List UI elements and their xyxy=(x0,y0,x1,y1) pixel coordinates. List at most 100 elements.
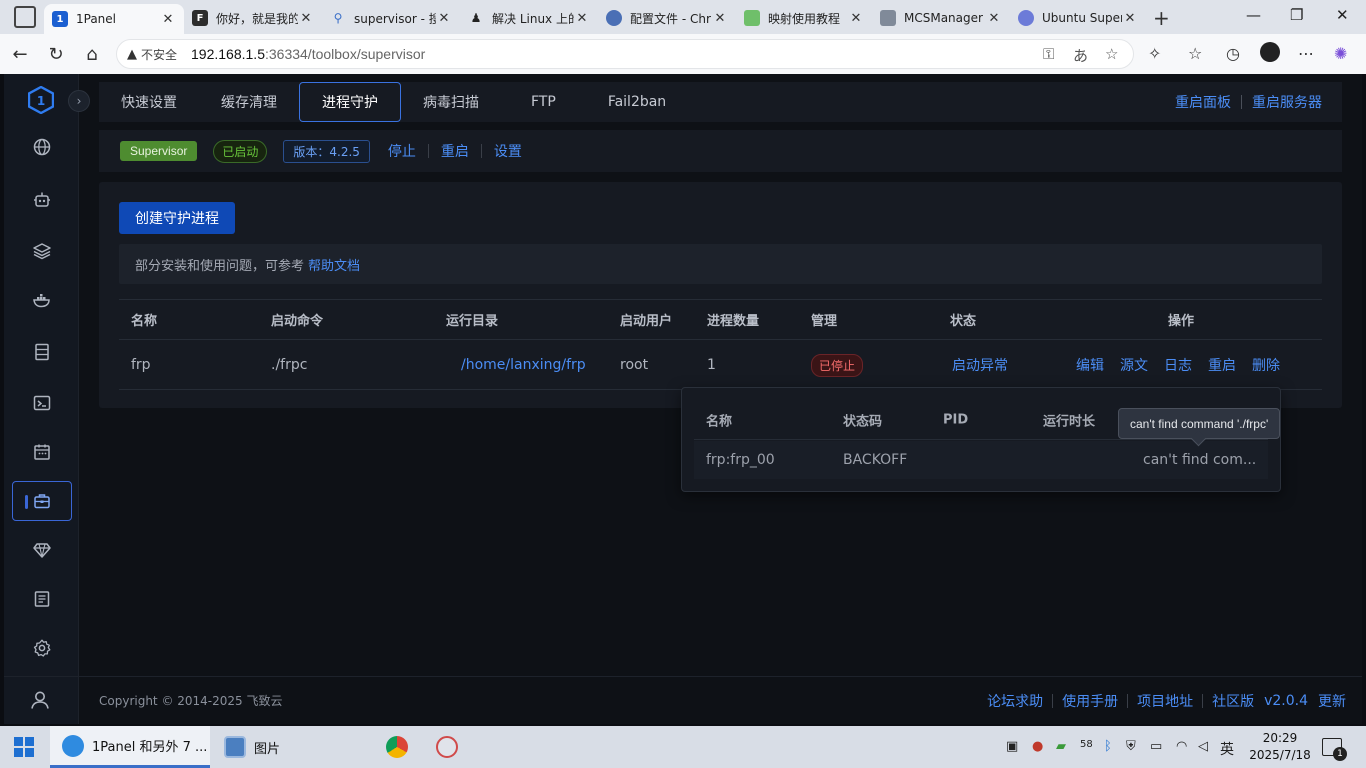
address-bar[interactable]: ▲ 不安全 192.168.1.5:36334/toolbox/supervis… xyxy=(116,39,1134,69)
sidebar-item-apps[interactable] xyxy=(12,231,72,271)
stop-link[interactable]: 停止 xyxy=(388,141,416,161)
bluetooth-icon[interactable]: ᛒ xyxy=(1104,739,1112,754)
sidebar-collapse-chevron-icon[interactable]: › xyxy=(68,90,90,112)
sidebar-item-cronjob[interactable] xyxy=(12,432,72,472)
sidebar-item-settings[interactable] xyxy=(12,628,72,668)
delete-link[interactable]: 删除 xyxy=(1252,358,1280,374)
restart-process-link[interactable]: 重启 xyxy=(1208,358,1236,374)
close-window-icon[interactable]: ✕ xyxy=(1336,6,1349,24)
restart-server-link[interactable]: 重启服务器 xyxy=(1252,92,1322,112)
tab-actions-icon[interactable] xyxy=(14,6,36,28)
key-icon[interactable]: ⚿ xyxy=(1043,45,1054,63)
edit-link[interactable]: 编辑 xyxy=(1076,358,1104,374)
close-tab-icon[interactable]: ✕ xyxy=(1122,11,1138,26)
close-tab-icon[interactable]: ✕ xyxy=(986,11,1002,26)
restart-panel-link[interactable]: 重启面板 xyxy=(1175,92,1231,112)
minimize-icon[interactable]: — xyxy=(1246,6,1261,24)
security-shield-icon[interactable]: ⛨ xyxy=(1126,739,1136,754)
tab-virus-scan[interactable]: 病毒扫描 xyxy=(401,82,501,122)
1panel-favicon-icon: 1 xyxy=(52,11,68,27)
maximize-icon[interactable]: ❐ xyxy=(1290,6,1303,24)
tab-ftp[interactable]: FTP xyxy=(501,82,586,122)
project-link[interactable]: 项目地址 xyxy=(1137,691,1193,711)
process-directory-link[interactable]: /home/lanxing/frp xyxy=(461,357,586,373)
ime-indicator[interactable]: 英 xyxy=(1220,739,1234,759)
new-tab-icon[interactable]: + xyxy=(1153,6,1170,30)
stopped-status-tag[interactable]: 已停止 xyxy=(811,353,864,377)
tab-quick-settings[interactable]: 快速设置 xyxy=(99,82,199,122)
sidebar-item-terminal[interactable] xyxy=(12,383,72,423)
close-tab-icon[interactable]: ✕ xyxy=(712,11,728,26)
logs-link[interactable]: 日志 xyxy=(1164,358,1192,374)
sidebar: 1 xyxy=(4,74,79,724)
history-icon[interactable]: ◷ xyxy=(1226,44,1240,63)
sidebar-item-containers[interactable] xyxy=(12,280,72,320)
tray-nvidia-icon[interactable]: ▰ xyxy=(1056,739,1066,754)
close-tab-icon[interactable]: ✕ xyxy=(848,11,864,26)
volume-icon[interactable]: ◁ xyxy=(1198,739,1208,754)
1panel-logo-icon[interactable]: 1 xyxy=(28,86,54,114)
browser-tab-8[interactable]: Ubuntu Super ✕ xyxy=(1010,4,1146,32)
create-process-button[interactable]: 创建守护进程 xyxy=(119,202,235,234)
settings-link[interactable]: 设置 xyxy=(494,141,522,161)
battery-icon[interactable]: ▭ xyxy=(1150,739,1162,754)
taskbar-tool-app[interactable] xyxy=(424,726,468,768)
taskbar-edge-app[interactable]: 1Panel 和另外 7 ... xyxy=(50,726,210,768)
windows-start-icon[interactable] xyxy=(14,737,34,757)
hint-text: 部分安装和使用问题，可参考 xyxy=(135,258,305,274)
taskbar-photos-app[interactable]: 图片 xyxy=(212,726,368,768)
more-icon[interactable]: ⋯ xyxy=(1298,44,1314,63)
close-tab-icon[interactable]: ✕ xyxy=(160,12,176,27)
log-list-icon xyxy=(34,591,50,607)
notification-center-icon[interactable]: 1 xyxy=(1322,738,1347,761)
help-docs-link[interactable]: 帮助文档 xyxy=(308,255,360,274)
forum-link[interactable]: 论坛求助 xyxy=(987,691,1043,711)
user-icon[interactable] xyxy=(28,688,52,712)
task-label: 1Panel 和另外 7 ... xyxy=(92,740,208,755)
browser-tab-3[interactable]: ⚲ supervisor - 搜索 ✕ xyxy=(322,4,460,32)
reload-icon[interactable]: ↻ xyxy=(44,42,68,66)
close-tab-icon[interactable]: ✕ xyxy=(436,11,452,26)
back-icon[interactable]: ← xyxy=(8,42,32,66)
browser-tab-6[interactable]: 映射使用教程 ✕ xyxy=(736,4,872,32)
tab-cache-clean[interactable]: 缓存清理 xyxy=(199,82,299,122)
tray-app-icon[interactable]: ▣ xyxy=(1006,739,1018,754)
browser-tab-5[interactable]: 配置文件 - Chr ✕ xyxy=(598,4,736,32)
sidebar-item-logs[interactable] xyxy=(12,579,72,619)
sidebar-item-websites[interactable] xyxy=(12,127,72,167)
panel-actions: 重启面板 重启服务器 xyxy=(1175,82,1322,122)
tray-app-icon[interactable]: 58 xyxy=(1080,739,1093,750)
browser-tab-4[interactable]: ♟ 解决 Linux 上的 ✕ xyxy=(460,4,598,32)
favorite-star-icon[interactable]: ☆ xyxy=(1105,45,1118,63)
subprocess-message[interactable]: can't find com... xyxy=(1143,452,1256,468)
wifi-icon[interactable]: ◠ xyxy=(1176,739,1187,754)
close-tab-icon[interactable]: ✕ xyxy=(574,11,590,26)
translate-icon[interactable]: あ xyxy=(1073,45,1088,66)
home-icon[interactable]: ⌂ xyxy=(80,42,104,66)
update-link[interactable]: 更新 xyxy=(1318,691,1346,711)
sidebar-item-ai[interactable] xyxy=(12,180,72,220)
browser-tab-7[interactable]: MCSManager ✕ xyxy=(872,4,1010,32)
copilot-icon[interactable]: ✺ xyxy=(1334,44,1347,63)
extensions-icon[interactable]: ✧ xyxy=(1148,44,1161,63)
source-link[interactable]: 源文 xyxy=(1120,358,1148,374)
sidebar-item-database[interactable] xyxy=(12,332,72,372)
community-edition-link[interactable]: 社区版 xyxy=(1212,691,1254,711)
system-clock[interactable]: 20:29 2025/7/18 xyxy=(1245,730,1315,764)
tab-fail2ban[interactable]: Fail2ban xyxy=(586,82,688,122)
browser-tab-1panel[interactable]: 1 1Panel ✕ xyxy=(44,4,184,34)
col-status-code: 状态码 xyxy=(843,414,883,429)
sidebar-item-xpack[interactable] xyxy=(12,530,72,570)
sidebar-item-toolbox[interactable] xyxy=(12,481,72,521)
chrome-icon xyxy=(386,736,408,758)
tab-supervisor[interactable]: 进程守护 xyxy=(299,82,401,122)
tray-record-icon[interactable]: ● xyxy=(1032,739,1043,754)
close-tab-icon[interactable]: ✕ xyxy=(298,11,314,26)
favorites-icon[interactable]: ☆ xyxy=(1188,44,1202,63)
restart-link[interactable]: 重启 xyxy=(441,141,469,161)
profile-avatar[interactable] xyxy=(1260,42,1280,62)
taskbar-chrome-app[interactable] xyxy=(374,726,418,768)
manual-link[interactable]: 使用手册 xyxy=(1062,691,1118,711)
start-error-link[interactable]: 启动异常 xyxy=(952,355,1008,375)
browser-tab-2[interactable]: F 你好，就是我的 ✕ xyxy=(184,4,322,32)
